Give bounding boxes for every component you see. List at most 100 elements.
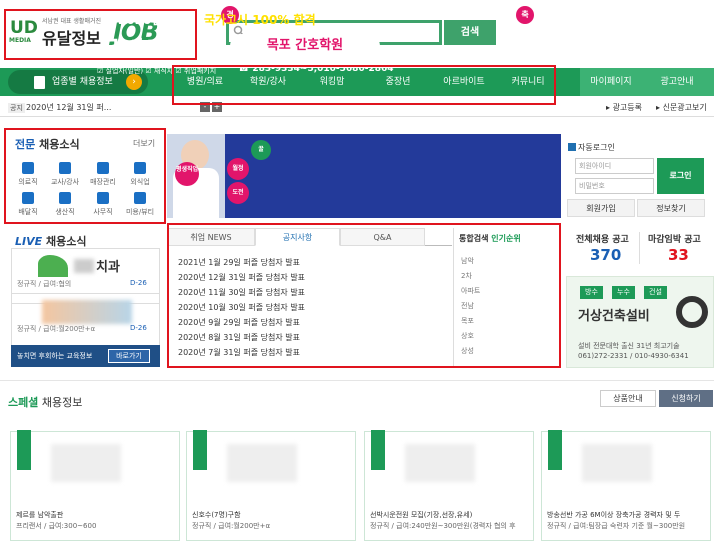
category-store[interactable]: 매장관리	[85, 162, 121, 187]
medical-cross-icon	[22, 162, 34, 174]
live-title-rest: 채용소식	[45, 235, 87, 248]
category-label: 교사/강사	[50, 178, 80, 186]
category-label: 외식업	[130, 178, 150, 186]
notice-ticker[interactable]: 2020년 12월 31일 퍼...	[26, 102, 111, 113]
category-delivery[interactable]: 배달직	[10, 192, 46, 217]
nav-item-community[interactable]: 커뮤니티	[508, 68, 548, 96]
search-rank-item[interactable]: 2차	[461, 271, 472, 281]
tab-notice[interactable]: 공지사항	[255, 228, 340, 246]
banner-title-prefix: 2020년 하반기	[118, 13, 200, 27]
banner-school: 목포 간호학원	[230, 34, 380, 58]
category-food[interactable]: 외식업	[122, 162, 158, 187]
blurred-logo	[51, 444, 121, 482]
search-rank-item[interactable]: 남악	[461, 256, 474, 266]
document-icon	[34, 76, 45, 89]
search-rank-item[interactable]: 상호	[461, 331, 474, 341]
special-ribbon	[17, 430, 31, 470]
auto-login-label: 자동로그인	[578, 143, 615, 152]
newspaper-ad-link[interactable]: ▸ 신문광고보기	[656, 102, 707, 113]
special-job-name: 방송선반 가공 6M이상 장축가공 경력자 및 두	[547, 511, 681, 519]
category-title: 전문 채용소식	[15, 136, 80, 152]
category-more-link[interactable]: 더보기	[133, 138, 155, 149]
blurred-logo	[582, 444, 652, 482]
auto-login-checkbox[interactable]: 자동로그인	[568, 142, 615, 153]
nav-item-mypage[interactable]: 마이페이지	[588, 68, 634, 96]
live-job-card[interactable]	[11, 293, 160, 349]
banner-checks: ☑ 실업자(일반) ☑ 재직자 ☑ 취업패키지	[97, 67, 217, 75]
category-beauty[interactable]: 미용/뷰티	[122, 192, 158, 217]
search-rank-item[interactable]: 아파트	[461, 286, 480, 296]
product-info-button[interactable]: 상품안내	[600, 390, 656, 407]
search-rank-item[interactable]: 목포	[461, 316, 474, 326]
edu-info-text: 놓치면 후회하는 교육정보	[17, 352, 93, 360]
nav-item-ad-info[interactable]: 광고안내	[656, 68, 698, 96]
news-item[interactable]: 2020년 9월 29일 퍼즐 당첨자 발표	[178, 317, 300, 328]
book-icon	[59, 162, 71, 174]
banner-bubble: 평생직업	[175, 162, 199, 186]
logo-ud[interactable]: UD	[10, 20, 38, 37]
notice-tag: 공지	[8, 103, 25, 113]
category-production[interactable]: 생산직	[47, 192, 83, 217]
blurred-logo	[405, 444, 475, 482]
search-button[interactable]: 검색	[444, 20, 496, 45]
special-job-sub: 정규직 / 급여:팀장급 숙련자 기준 월~300만원	[547, 522, 686, 530]
find-info-button[interactable]: 정보찾기	[637, 199, 705, 217]
search-rank-item[interactable]: 전남	[461, 301, 474, 311]
tab-qna[interactable]: Q&A	[340, 228, 425, 246]
category-title-rest: 채용소식	[39, 138, 80, 151]
banner-small-text: 취업전담 상담사 관리	[262, 28, 307, 34]
category-title-highlight: 전문	[15, 138, 36, 151]
news-item[interactable]: 2020년 11월 30일 퍼즐 당첨자 발표	[178, 287, 305, 298]
login-password-field[interactable]: 비밀번호	[575, 178, 654, 194]
category-office[interactable]: 사무직	[85, 192, 121, 217]
news-item[interactable]: 2020년 10월 30일 퍼즐 당첨자 발표	[178, 302, 305, 313]
category-label: 미용/뷰티	[125, 208, 155, 216]
special-job-name: 선박시운전원 모집(기장,선장,유세)	[370, 511, 473, 519]
special-title: 스페셜 채용정보	[8, 394, 82, 410]
section-divider	[0, 380, 714, 381]
special-job-name: 제르를 남악출판	[16, 511, 64, 519]
ad-register-link[interactable]: ▸ 광고등록	[606, 102, 642, 113]
arrow-right-icon: ›	[126, 74, 142, 90]
banner-title: 2020년 하반기 국가고시 100% 합격	[118, 11, 316, 28]
search-rank-item[interactable]: 상성	[461, 346, 474, 356]
category-label: 배달직	[18, 208, 38, 216]
edu-go-button[interactable]: 바로가기	[108, 349, 150, 363]
banner-phone: ☎ 283-9334~5,010-5680-2864	[238, 64, 394, 74]
news-item[interactable]: 2021년 1월 29일 퍼즐 당첨자 발표	[178, 257, 300, 268]
stats-divider	[639, 232, 640, 264]
special-job-name: 신호수(7명)구함	[192, 511, 241, 519]
banner-bubble: 꿀	[251, 140, 271, 160]
logo-name[interactable]: 유달정보	[42, 25, 101, 49]
ad-banner[interactable]: 꿀 평생직업 월정 도전	[167, 134, 561, 218]
deadline-jobs-count[interactable]: 33	[668, 246, 689, 264]
ticker-prev-button[interactable]: -	[200, 102, 210, 112]
search-rank-title-text: 통합검색	[459, 234, 489, 243]
login-button[interactable]: 로그인	[657, 158, 704, 194]
signup-button[interactable]: 회원가입	[567, 199, 635, 217]
total-jobs-count[interactable]: 370	[590, 246, 621, 264]
live-job-sub: 정규직 / 급여:협의	[17, 280, 72, 288]
special-ribbon	[193, 430, 207, 470]
special-job-sub: 프리랜서 / 급여:300~600	[16, 522, 97, 530]
store-icon	[97, 162, 109, 174]
login-id-field[interactable]: 회원아이디	[575, 158, 654, 174]
search-rank-title-highlight: 인기순위	[491, 234, 521, 243]
special-job-sub: 정규직 / 급여:240만원~300만원(경력자 협의 후	[370, 522, 516, 530]
category-medical[interactable]: 의료직	[10, 162, 46, 187]
tab-job-news[interactable]: 취업 NEWS	[167, 228, 255, 246]
blurred-logo	[227, 444, 297, 482]
news-item[interactable]: 2020년 8월 31일 퍼즐 당첨자 발표	[178, 332, 300, 343]
side-ad-desc: 설비 전문대학 출신 31년 최고기술	[578, 342, 680, 350]
nav-item-part-time[interactable]: 아르바이트	[440, 68, 488, 96]
live-job-name: 치과	[96, 260, 120, 275]
live-title: LIVE 채용소식	[15, 233, 86, 249]
news-item[interactable]: 2020년 12월 31일 퍼즐 당첨자 발표	[178, 272, 305, 283]
news-item[interactable]: 2020년 7월 31일 퍼즐 당첨자 발표	[178, 347, 300, 358]
ticker-next-button[interactable]: +	[212, 102, 222, 112]
blurred-name	[74, 259, 94, 273]
checkbox-icon	[568, 143, 576, 151]
side-ad-chip: 건설	[644, 286, 667, 299]
apply-button[interactable]: 신청하기	[659, 390, 713, 407]
category-teacher[interactable]: 교사/강사	[47, 162, 83, 187]
